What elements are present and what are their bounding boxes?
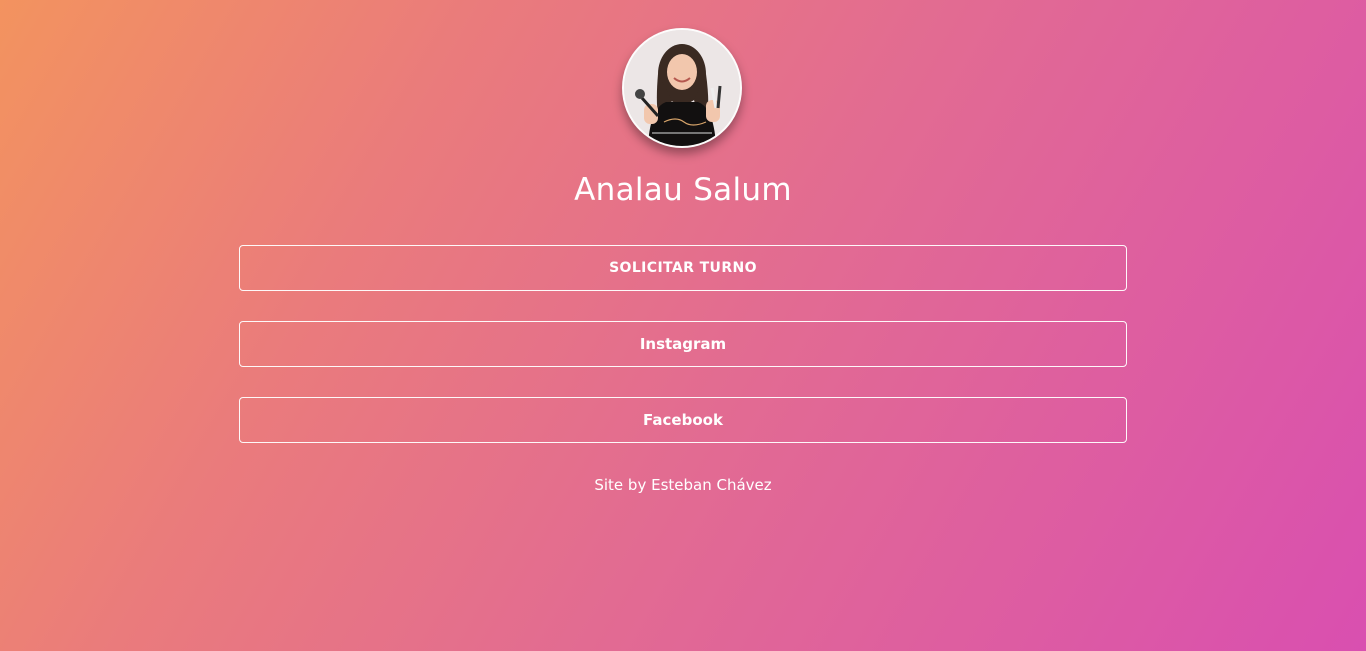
profile-avatar xyxy=(622,28,742,148)
facebook-label: Facebook xyxy=(643,411,723,429)
facebook-link-button[interactable]: Facebook xyxy=(239,397,1127,443)
solicitar-turno-button[interactable]: SOLICITAR TURNO xyxy=(239,245,1127,291)
page: Analau Salum SOLICITAR TURNO Instagram F… xyxy=(0,0,1366,651)
instagram-label: Instagram xyxy=(639,335,727,353)
profile-photo-icon xyxy=(624,30,740,146)
solicitar-turno-label: SOLICITAR TURNO xyxy=(609,260,757,276)
profile-name: Analau Salum xyxy=(574,172,792,208)
instagram-link-button[interactable]: Instagram xyxy=(239,321,1127,367)
footer-credit[interactable]: Site by Esteban Chávez xyxy=(0,475,1366,495)
